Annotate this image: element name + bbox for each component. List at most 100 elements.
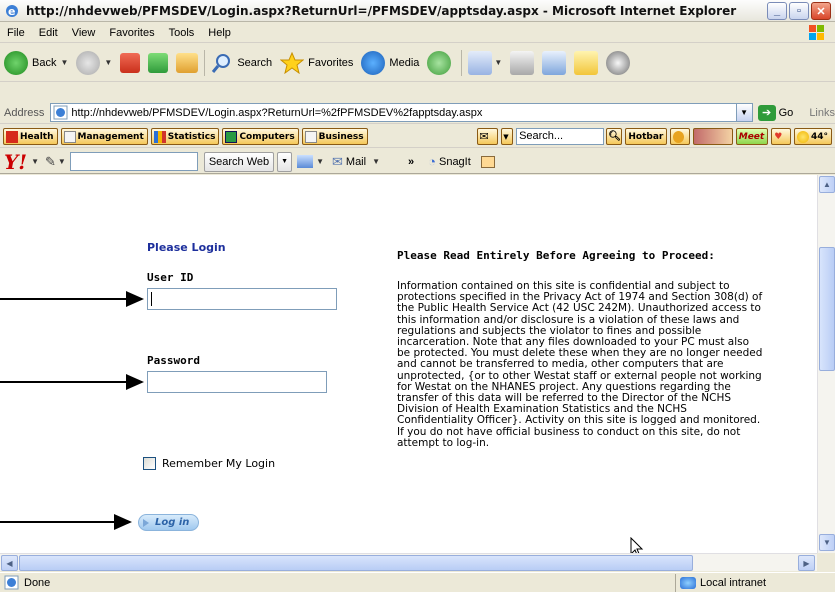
health-cross-icon (6, 130, 18, 143)
address-input[interactable]: http://nhdevweb/PFMSDEV/Login.aspx?Retur… (50, 103, 753, 122)
business-button[interactable]: Business (301, 128, 368, 145)
yahoo-logo-icon[interactable]: Y! (4, 150, 27, 174)
standard-toolbar: Back ▼ ▼ Search Favorites Media ▼ (0, 44, 835, 82)
yahoo-mail-button[interactable]: Mail (346, 156, 366, 168)
minimize-button[interactable]: _ (767, 2, 787, 20)
pencil-icon[interactable]: ✎ (45, 154, 56, 170)
toolbar-divider (204, 49, 206, 76)
page-content: Please Login User ID Password Remember M… (0, 175, 817, 553)
menu-view[interactable]: View (65, 27, 103, 39)
scroll-left-arrow[interactable]: ◀ (1, 555, 18, 571)
monitor-icon (225, 130, 238, 143)
media-button[interactable]: Media (361, 50, 419, 75)
chevron-down-icon[interactable]: ▼ (494, 58, 502, 67)
notice-body: Information contained on this site is co… (397, 280, 763, 449)
stop-icon[interactable] (120, 52, 141, 73)
menu-favorites[interactable]: Favorites (102, 27, 161, 39)
password-input[interactable] (147, 371, 327, 393)
links-label[interactable]: Links (809, 107, 835, 119)
chevron-down-icon[interactable]: ▼ (60, 58, 68, 67)
meet-button[interactable]: Meet (735, 128, 769, 145)
management-button[interactable]: Management (60, 128, 148, 145)
back-button[interactable]: Back ▼ (4, 50, 68, 75)
windows-logo-icon (809, 25, 824, 40)
chevron-down-icon[interactable]: ▼ (735, 104, 752, 121)
vertical-scrollbar[interactable]: ▲ ▼ (817, 175, 835, 553)
menu-file[interactable]: File (0, 27, 32, 39)
scroll-right-arrow[interactable]: ▶ (798, 555, 815, 571)
envelope-icon: ✉ (479, 130, 489, 143)
annotation-arrow-password (0, 374, 144, 390)
chart-icon (153, 130, 166, 143)
status-bar: Done Local intranet (0, 572, 835, 592)
scroll-down-arrow[interactable]: ▼ (819, 534, 835, 551)
yahoo-search-input[interactable] (69, 152, 198, 171)
ie-page-icon (53, 105, 68, 120)
user-id-label: User ID (147, 271, 194, 284)
fun-icon-button[interactable] (670, 128, 691, 145)
health-button[interactable]: Health (3, 128, 58, 145)
forward-button[interactable]: ▼ (76, 50, 112, 75)
history-icon[interactable] (427, 50, 452, 75)
statistics-button[interactable]: Statistics (150, 128, 220, 145)
refresh-icon[interactable] (148, 52, 169, 73)
menu-bar: File Edit View Favorites Tools Help (0, 23, 835, 43)
home-icon[interactable] (176, 52, 199, 73)
heart-button[interactable]: ♥ (771, 128, 791, 145)
favorites-button[interactable]: Favorites (280, 51, 353, 74)
chevron-down-icon[interactable]: ▼ (58, 157, 66, 166)
remember-checkbox[interactable] (143, 457, 156, 470)
sun-face-icon (673, 130, 685, 143)
remember-login[interactable]: Remember My Login (143, 457, 275, 470)
user-id-input[interactable] (147, 288, 337, 310)
horizontal-scrollbar[interactable]: ◀ ▶ (0, 553, 817, 571)
weather-cloud-icon (796, 130, 809, 143)
mail-icon[interactable] (468, 50, 493, 75)
snagit-button[interactable]: SnagIt (439, 156, 471, 168)
address-url: http://nhdevweb/PFMSDEV/Login.aspx?Retur… (71, 106, 483, 119)
chevron-down-icon[interactable]: ▼ (316, 157, 324, 166)
more-chevron[interactable]: » (408, 156, 414, 168)
print-icon[interactable] (510, 50, 535, 75)
toolbar-divider (461, 49, 463, 76)
menu-help[interactable]: Help (201, 27, 238, 39)
chevron-down-icon[interactable]: ▼ (104, 58, 112, 67)
hotbar-button[interactable]: Hotbar (625, 128, 668, 145)
close-button[interactable]: ✕ (811, 2, 831, 20)
horizontal-scroll-thumb[interactable] (19, 555, 693, 571)
mouse-pointer-icon (630, 537, 644, 553)
people-button[interactable] (693, 128, 733, 145)
svg-text:e: e (8, 5, 15, 18)
computers-button[interactable]: Computers (222, 128, 299, 145)
hotbar-search-button[interactable]: 🔍︎ (606, 128, 623, 145)
edit-icon[interactable] (542, 50, 567, 75)
person-icon (304, 130, 317, 143)
search-dropdown-button[interactable]: ▼ (501, 128, 514, 145)
bookmark-icon[interactable] (297, 155, 314, 168)
chevron-down-icon[interactable]: ▼ (31, 157, 39, 166)
search-web-button[interactable]: Search Web (203, 151, 275, 172)
discuss-icon[interactable] (574, 50, 599, 75)
hotbar-search-input[interactable]: Search... (516, 128, 605, 145)
chevron-down-icon[interactable]: ▼ (372, 157, 380, 166)
forward-arrow-icon (76, 50, 101, 75)
mail-envelope-icon: ✉ (332, 153, 343, 169)
status-text: Done (24, 576, 51, 589)
star-icon (280, 51, 305, 74)
snagit-window-icon[interactable] (480, 155, 495, 168)
login-button[interactable]: Log in (138, 514, 199, 531)
menu-edit[interactable]: Edit (32, 27, 65, 39)
menu-tools[interactable]: Tools (162, 27, 202, 39)
person-icon (63, 130, 76, 143)
go-button[interactable]: ➔ Go (757, 104, 793, 121)
scroll-thumb[interactable] (819, 247, 835, 371)
scroll-up-arrow[interactable]: ▲ (819, 176, 835, 193)
ie-icon: e (6, 4, 18, 18)
maximize-button[interactable]: ▫ (789, 2, 809, 20)
weather-button[interactable]: 44° (793, 128, 832, 145)
mail-button[interactable]: ✉ (476, 128, 499, 145)
search-web-dropdown[interactable]: ▼ (277, 151, 293, 172)
messenger-icon[interactable] (606, 50, 631, 75)
search-button[interactable]: Search (211, 52, 272, 74)
chevron-down-icon: ▼ (503, 132, 509, 141)
